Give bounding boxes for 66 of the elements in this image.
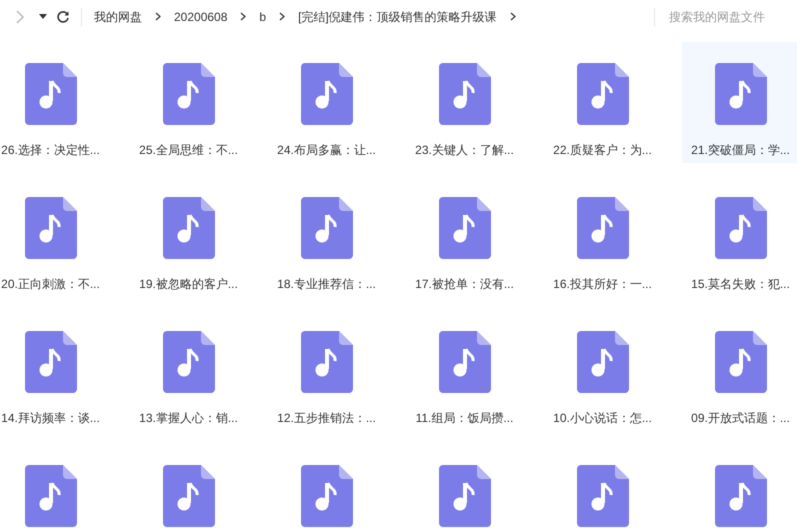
file-name: 20.正向刺激：不... — [1, 276, 100, 293]
file-name: 11.组局：饭局攒... — [416, 410, 514, 427]
music-file-icon — [300, 331, 352, 393]
music-file-icon — [24, 331, 76, 393]
file-name: 13.掌握人心：销... — [139, 410, 238, 427]
music-file-icon — [300, 63, 352, 125]
forward-icon[interactable] — [15, 10, 25, 24]
file-item[interactable]: 12.五步推销法：... — [268, 310, 385, 431]
music-file-icon — [438, 331, 490, 393]
music-file-icon — [438, 63, 490, 125]
music-file-icon — [714, 197, 766, 259]
breadcrumb-link[interactable]: 我的网盘 — [94, 8, 142, 26]
file-name: 24.布局多赢：让... — [277, 142, 376, 159]
file-name: 14.拜访频率：谈... — [1, 410, 100, 427]
file-item[interactable]: 17.被抢单：没有... — [406, 176, 523, 297]
music-file-icon — [162, 197, 214, 259]
file-name: 22.质疑客户：为... — [553, 142, 652, 159]
file-item[interactable]: 22.质疑客户：为... — [544, 42, 661, 163]
file-item[interactable]: 21.突破僵局：学... — [682, 42, 797, 163]
file-name: 26.选择：决定性... — [1, 142, 100, 159]
file-item[interactable]: 09.开放式话题：... — [682, 310, 797, 431]
music-file-icon — [300, 197, 352, 259]
file-item[interactable]: 14.拜访频率：谈... — [0, 310, 109, 431]
file-name: 15.莫名失败：犯... — [691, 276, 790, 293]
search-field[interactable]: 搜索我的网盘文件 — [669, 8, 797, 26]
file-name: 21.突破僵局：学... — [691, 142, 790, 159]
file-item[interactable]: 15.莫名失败：犯... — [682, 176, 797, 297]
refresh-icon[interactable] — [56, 10, 70, 24]
file-name: 25.全局思维：不... — [139, 142, 238, 159]
file-item[interactable]: 13.掌握人心：销... — [130, 310, 247, 431]
chevron-right-icon — [279, 12, 286, 21]
file-name: 18.专业推荐信：... — [277, 276, 376, 293]
file-item[interactable]: 25.全局思维：不... — [130, 42, 247, 163]
music-file-icon — [24, 63, 76, 125]
breadcrumb-link[interactable]: 20200608 — [174, 8, 228, 26]
music-file-icon — [576, 331, 628, 393]
music-file-icon — [24, 197, 76, 259]
chevron-right-icon — [510, 12, 516, 21]
file-name: 10.小心说话：怎... — [553, 410, 652, 427]
file-name: 09.开放式话题：... — [691, 410, 790, 427]
music-file-icon — [438, 197, 490, 259]
file-item[interactable]: 18.专业推荐信：... — [268, 176, 385, 297]
file-item[interactable]: 20.正向刺激：不... — [0, 176, 109, 297]
music-file-icon — [576, 63, 628, 125]
breadcrumb-link[interactable]: b — [259, 8, 266, 26]
file-item[interactable]: 16.投其所好：一... — [544, 176, 661, 297]
caret-icon[interactable] — [39, 14, 47, 20]
music-file-icon — [162, 63, 214, 125]
music-file-icon — [576, 197, 628, 259]
chevron-right-icon — [240, 12, 246, 21]
file-name: 19.被忽略的客户... — [139, 276, 238, 293]
breadcrumb-link[interactable]: [完结]倪建伟：顶级销售的策略升级课 — [298, 8, 497, 26]
file-item[interactable]: 19.被忽略的客户... — [130, 176, 247, 297]
file-item[interactable]: 23.关键人：了解... — [406, 42, 523, 163]
music-file-icon — [714, 63, 766, 125]
file-name: 12.五步推销法：... — [277, 410, 376, 427]
file-item[interactable]: 24.布局多赢：让... — [268, 42, 385, 163]
chevron-right-icon — [155, 12, 161, 21]
file-item[interactable]: 26.选择：决定性... — [0, 42, 109, 163]
file-name: 17.被抢单：没有... — [415, 276, 514, 293]
file-name: 16.投其所好：一... — [553, 276, 652, 293]
music-file-icon — [162, 331, 214, 393]
file-name: 23.关键人：了解... — [415, 142, 514, 159]
file-item[interactable]: 10.小心说话：怎... — [544, 310, 661, 431]
file-item[interactable]: 11.组局：饭局攒... — [406, 310, 523, 431]
music-file-icon — [714, 331, 766, 393]
